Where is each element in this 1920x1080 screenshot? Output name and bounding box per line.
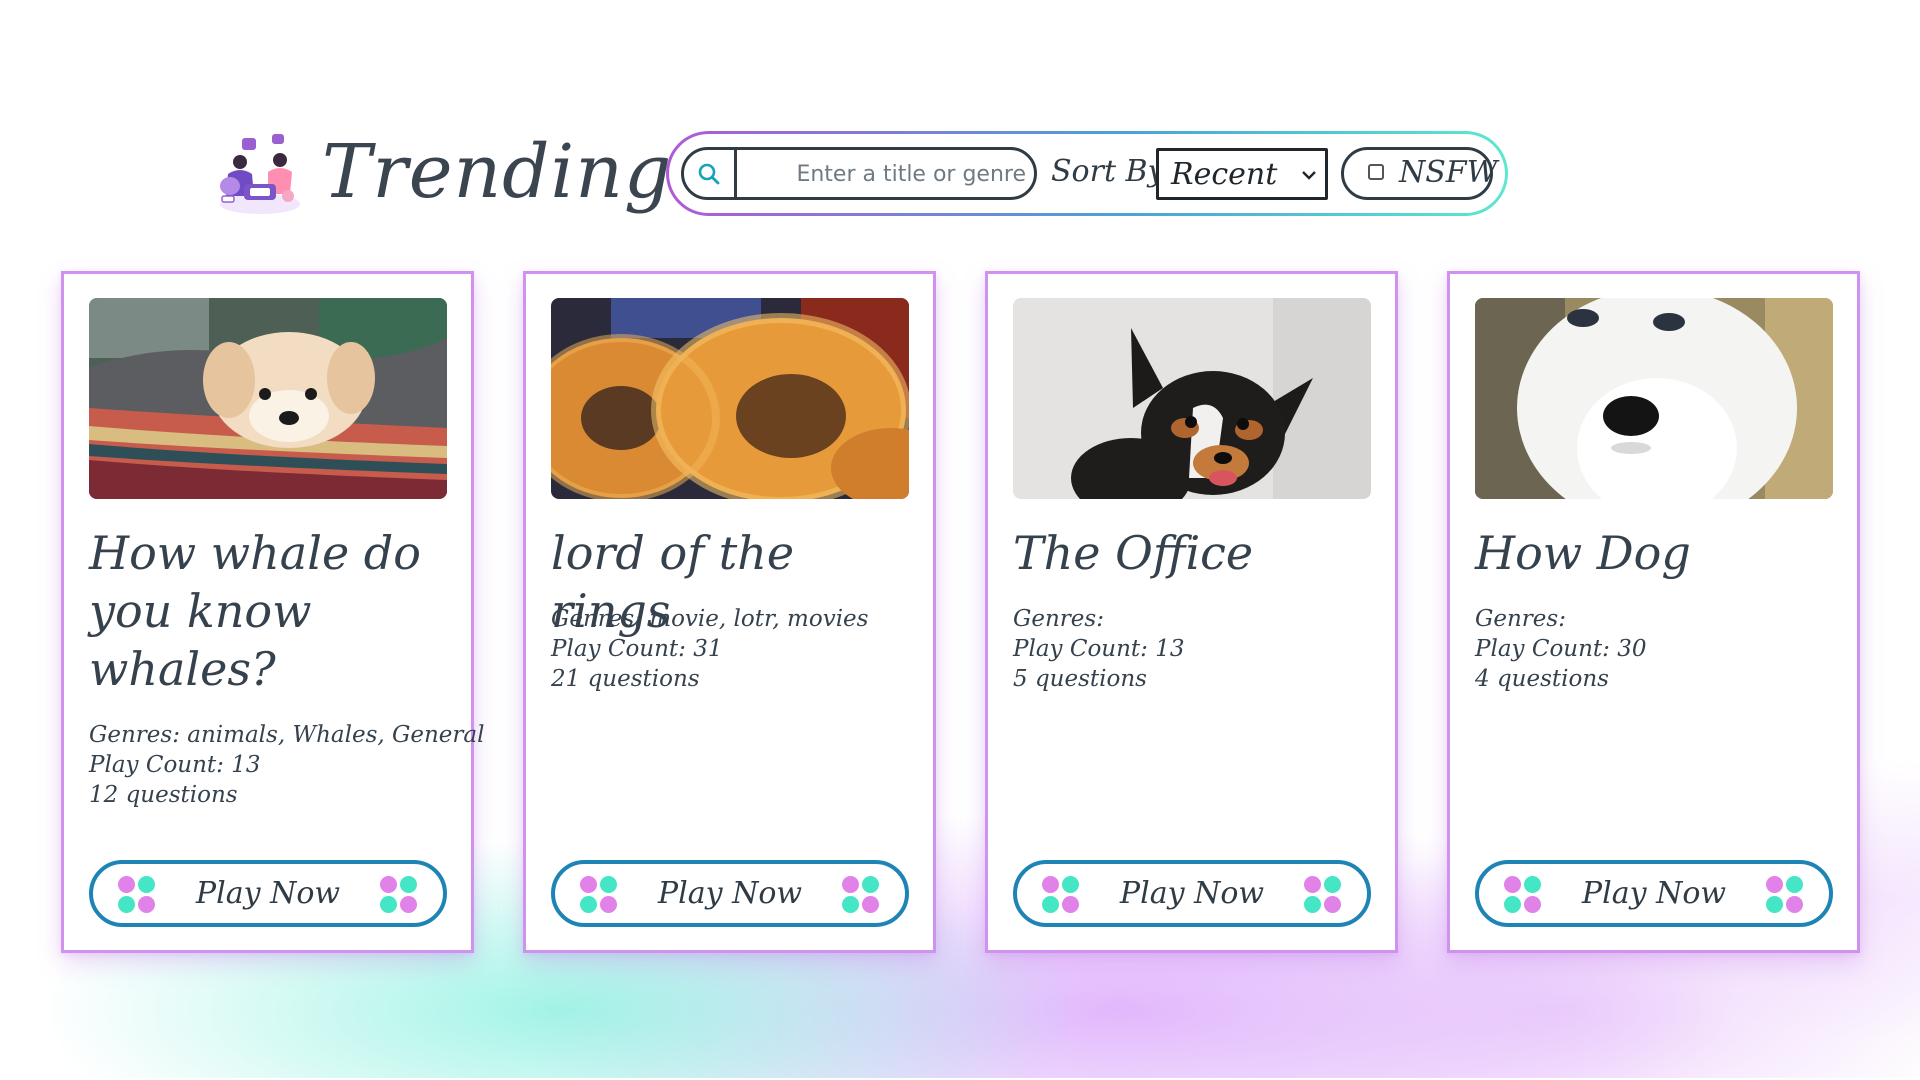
play-now-button[interactable]: Play Now <box>1013 860 1371 927</box>
card-question-count: 4 questions <box>1475 666 1609 692</box>
app-logo <box>214 130 306 218</box>
card-details: Genres: Play Count: 30 4 questions <box>1475 604 1835 694</box>
card-title: How whale do you know whales? <box>89 526 421 696</box>
card-play-count: Play Count: 31 <box>551 636 723 662</box>
card-genres: Genres: animals, Whales, General <box>89 722 485 748</box>
nsfw-label: NSFW <box>1399 155 1498 190</box>
nsfw-toggle[interactable]: NSFW <box>1341 147 1497 200</box>
card-play-count: Play Count: 30 <box>1475 636 1647 662</box>
page-title: Trending <box>322 129 673 215</box>
card-genres: Genres: <box>1475 606 1566 632</box>
card-genres: Genres: movie, lotr, movies <box>551 606 869 632</box>
four-dots-icon <box>1766 876 1804 914</box>
card-image <box>1475 298 1833 499</box>
card-image <box>1013 298 1371 499</box>
play-now-button[interactable]: Play Now <box>1475 860 1833 927</box>
play-now-button[interactable]: Play Now <box>89 860 447 927</box>
search-box[interactable] <box>681 147 1037 200</box>
quiz-card: The Office Genres: Play Count: 13 5 ques… <box>985 271 1398 953</box>
four-dots-icon <box>380 876 418 914</box>
four-dots-icon <box>842 876 880 914</box>
filter-toolbar: Sort By: Recent NSFW <box>666 131 1508 216</box>
quiz-card: lord of the rings Genres: movie, lotr, m… <box>523 271 936 953</box>
card-image <box>89 298 447 499</box>
sort-selected-value: Recent <box>1171 157 1278 192</box>
chevron-down-icon <box>1301 166 1317 185</box>
search-input[interactable] <box>740 154 1028 194</box>
sort-select[interactable]: Recent <box>1156 148 1328 200</box>
card-image <box>551 298 909 499</box>
quiz-card: How Dog Genres: Play Count: 30 4 questio… <box>1447 271 1860 953</box>
card-details: Genres: movie, lotr, movies Play Count: … <box>551 604 911 694</box>
search-icon[interactable] <box>684 150 737 197</box>
card-details: Genres: Play Count: 13 5 questions <box>1013 604 1373 694</box>
four-dots-icon <box>1304 876 1342 914</box>
card-details: Genres: animals, Whales, General Play Co… <box>89 720 485 810</box>
card-title: The Office <box>1013 526 1254 580</box>
nsfw-checkbox[interactable] <box>1368 164 1384 180</box>
card-question-count: 21 questions <box>551 666 700 692</box>
card-question-count: 5 questions <box>1013 666 1147 692</box>
card-question-count: 12 questions <box>89 782 238 808</box>
play-now-button[interactable]: Play Now <box>551 860 909 927</box>
card-play-count: Play Count: 13 <box>89 752 261 778</box>
card-title: How Dog <box>1475 526 1691 580</box>
card-play-count: Play Count: 13 <box>1013 636 1185 662</box>
card-genres: Genres: <box>1013 606 1104 632</box>
quiz-card: How whale do you know whales? Genres: an… <box>61 271 485 953</box>
